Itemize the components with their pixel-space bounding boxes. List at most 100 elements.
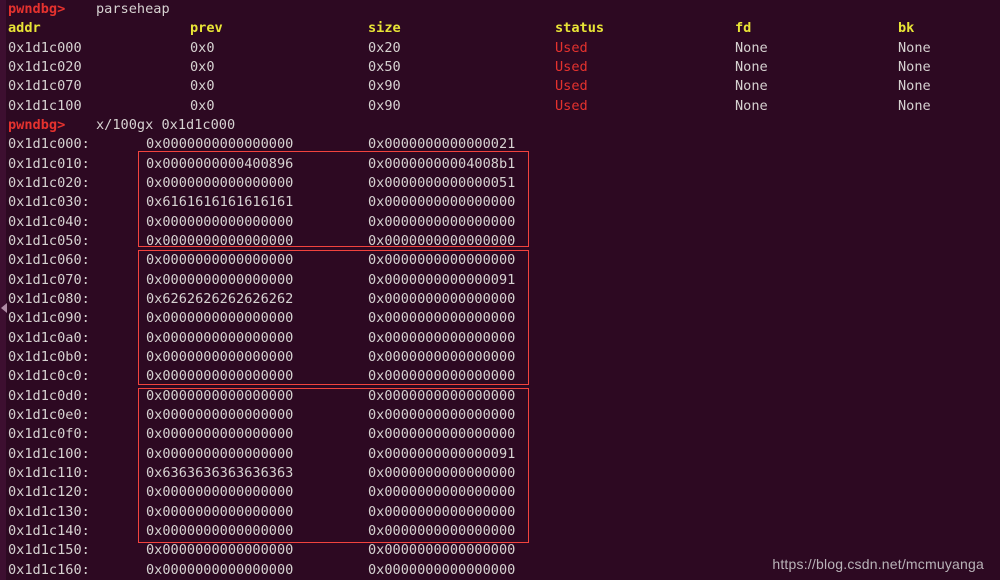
heap-cell-prev: 0x0 [190,58,215,75]
memory-row-word-0: 0x0000000000000000 [146,136,294,153]
heap-table-row: 0x1d1c100 0x0 0x90 Used None None [0,97,1000,116]
memory-row-address: 0x1d1c010: [8,155,90,172]
memory-dump-row: 0x1d1c140: 0x0000000000000000 0x0000000000… [0,522,1000,541]
heap-cell-addr: 0x1d1c100 [8,97,82,114]
memory-row-address: 0x1d1c120: [8,484,90,501]
memory-row-word-0: 0x0000000000000000 [146,348,294,365]
heap-cell-addr: 0x1d1c070 [8,78,82,95]
memory-row-word-0: 0x0000000000000000 [146,542,294,559]
heap-cell-prev: 0x0 [190,39,215,56]
heap-cell-bk: None [898,39,931,56]
memory-row-word-1: 0x0000000000000000 [368,426,516,443]
memory-row-word-0: 0x0000000000000000 [146,213,294,230]
memory-row-address: 0x1d1c070: [8,271,90,288]
memory-row-address: 0x1d1c150: [8,542,90,559]
memory-row-address: 0x1d1c160: [8,561,90,578]
memory-row-word-1: 0x0000000000000000 [368,542,516,559]
memory-dump-row: 0x1d1c110: 0x6363636363636363 0x0000000000… [0,464,1000,483]
memory-dump-row: 0x1d1c060: 0x0000000000000000 0x0000000000… [0,251,1000,270]
heap-header-bk: bk [898,20,915,37]
memory-row-word-1: 0x0000000000000000 [368,329,516,346]
terminal-output: pwndbg> parseheap addr prev size status fd bk 0x… [0,0,1000,580]
heap-cell-status: Used [555,39,588,56]
memory-row-address: 0x1d1c110: [8,464,90,481]
memory-row-word-0: 0x0000000000000000 [146,406,294,423]
heap-header-size: size [368,20,401,37]
memory-dump-row: 0x1d1c030: 0x6161616161616161 0x0000000000… [0,193,1000,212]
memory-row-word-0: 0x0000000000000000 [146,561,294,578]
command-examine: x/100gx 0x1d1c000 [96,116,236,133]
memory-dump-row: 0x1d1c050: 0x0000000000000000 0x0000000000… [0,232,1000,251]
heap-cell-size: 0x50 [368,58,401,75]
heap-cell-addr: 0x1d1c000 [8,39,82,56]
memory-row-word-0: 0x0000000000000000 [146,310,294,327]
heap-cell-fd: None [735,78,768,95]
memory-row-address: 0x1d1c0d0: [8,387,90,404]
heap-cell-size: 0x20 [368,39,401,56]
heap-cell-status: Used [555,58,588,75]
prompt-examine: pwndbg> [8,116,66,133]
memory-row-address: 0x1d1c0e0: [8,406,90,423]
memory-row-word-1: 0x0000000000000000 [368,484,516,501]
memory-row-word-0: 0x0000000000000000 [146,271,294,288]
heap-cell-fd: None [735,39,768,56]
memory-row-word-0: 0x0000000000000000 [146,426,294,443]
memory-row-word-0: 0x0000000000000000 [146,522,294,539]
memory-dump-row: 0x1d1c100: 0x0000000000000000 0x0000000000… [0,445,1000,464]
memory-row-word-0: 0x0000000000000000 [146,387,294,404]
memory-row-address: 0x1d1c030: [8,194,90,211]
memory-dump-row: 0x1d1c0b0: 0x0000000000000000 0x0000000000… [0,348,1000,367]
memory-row-word-1: 0x0000000000000000 [368,194,516,211]
memory-dump-row: 0x1d1c0c0: 0x0000000000000000 0x0000000000… [0,367,1000,386]
memory-row-word-1: 0x0000000000000091 [368,271,516,288]
heap-cell-addr: 0x1d1c020 [8,58,82,75]
memory-row-word-0: 0x0000000000000000 [146,232,294,249]
memory-dump-row: 0x1d1c0e0: 0x0000000000000000 0x0000000000… [0,406,1000,425]
memory-row-word-0: 0x0000000000000000 [146,368,294,385]
memory-row-word-0: 0x6363636363636363 [146,464,294,481]
memory-row-address: 0x1d1c130: [8,503,90,520]
heap-table-row: 0x1d1c020 0x0 0x50 Used None None [0,58,1000,77]
memory-row-address: 0x1d1c0a0: [8,329,90,346]
memory-dump-row: 0x1d1c010: 0x0000000000400896 0x0000000000… [0,155,1000,174]
memory-row-address: 0x1d1c000: [8,136,90,153]
memory-dump-row: 0x1d1c040: 0x0000000000000000 0x0000000000… [0,213,1000,232]
memory-row-word-1: 0x0000000000000021 [368,136,516,153]
memory-row-word-1: 0x0000000000000000 [368,387,516,404]
memory-row-word-0: 0x0000000000000000 [146,174,294,191]
prompt-parseheap: pwndbg> [8,1,66,17]
memory-row-word-1: 0x0000000000000000 [368,310,516,327]
heap-cell-bk: None [898,58,931,75]
terminal-line: pwndbg> parseheap [0,0,1000,19]
memory-row-word-0: 0x0000000000000000 [146,252,294,269]
memory-row-word-1: 0x0000000000000000 [368,368,516,385]
memory-row-word-0: 0x0000000000000000 [146,329,294,346]
memory-row-word-1: 0x0000000000000000 [368,561,516,578]
memory-row-word-1: 0x00000000004008b1 [368,155,516,172]
heap-header-status: status [555,20,605,37]
heap-cell-fd: None [735,97,768,114]
memory-row-word-1: 0x0000000000000000 [368,348,516,365]
memory-dump-row: 0x1d1c130: 0x0000000000000000 0x0000000000… [0,503,1000,522]
memory-dump-row: 0x1d1c020: 0x0000000000000000 0x0000000000… [0,174,1000,193]
terminal-line: addr prev size status fd bk [0,19,1000,38]
memory-dump-row: 0x1d1c0a0: 0x0000000000000000 0x0000000000… [0,329,1000,348]
memory-row-word-1: 0x0000000000000000 [368,290,516,307]
heap-cell-fd: None [735,58,768,75]
memory-row-address: 0x1d1c0b0: [8,348,90,365]
memory-row-word-0: 0x6262626262626262 [146,290,294,307]
memory-dump-row: 0x1d1c0f0: 0x0000000000000000 0x0000000000… [0,425,1000,444]
heap-cell-size: 0x90 [368,97,401,114]
memory-row-address: 0x1d1c090: [8,310,90,327]
memory-row-word-1: 0x0000000000000000 [368,406,516,423]
memory-row-word-0: 0x0000000000000000 [146,484,294,501]
heap-cell-status: Used [555,97,588,114]
terminal-window: pwndbg> parseheap addr prev size status fd bk 0x… [0,0,1000,580]
memory-row-word-1: 0x0000000000000000 [368,522,516,539]
memory-row-address: 0x1d1c060: [8,252,90,269]
heap-header-addr: addr [8,20,41,37]
heap-cell-bk: None [898,78,931,95]
memory-row-word-1: 0x0000000000000051 [368,174,516,191]
memory-dump-row: 0x1d1c080: 0x6262626262626262 0x0000000000… [0,290,1000,309]
command-parseheap: parseheap [96,1,170,17]
